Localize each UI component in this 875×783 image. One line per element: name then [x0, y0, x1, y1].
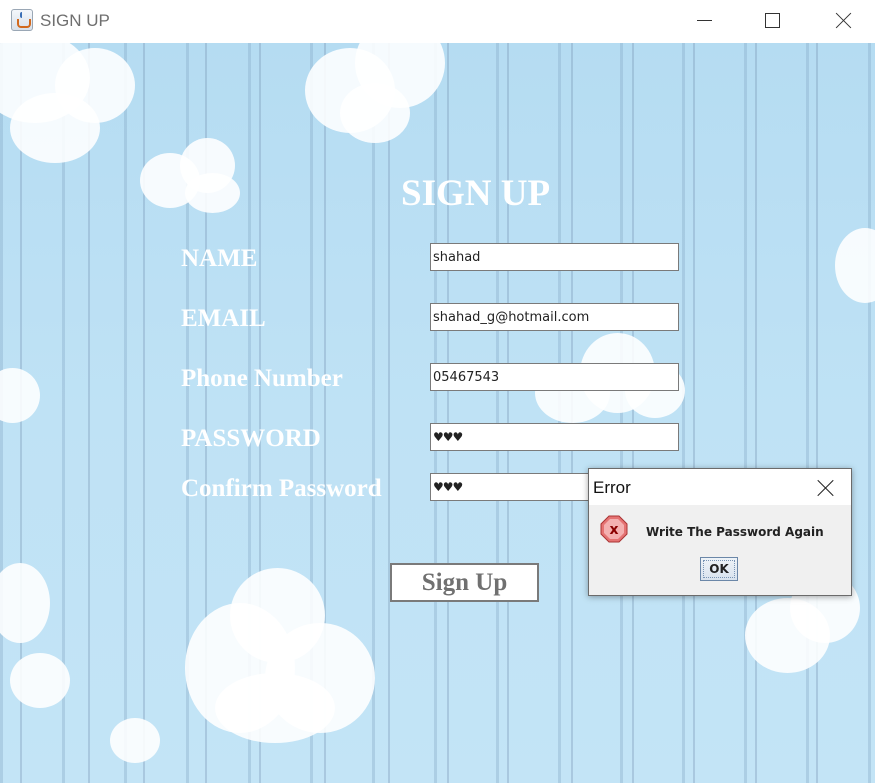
window-titlebar: SIGN UP — [0, 0, 875, 43]
page-title: SIGN UP — [401, 173, 551, 214]
dialog-title: Error — [593, 478, 631, 497]
password-label: PASSWORD — [181, 425, 321, 452]
minimize-button[interactable] — [689, 8, 719, 34]
dialog-message: Write The Password Again — [646, 525, 824, 539]
confirm-password-label: Confirm Password — [181, 475, 382, 502]
dialog-close-icon[interactable] — [816, 478, 836, 498]
phone-number-input[interactable]: 05467543 — [430, 363, 679, 391]
name-label: NAME — [181, 245, 258, 272]
name-input[interactable]: shahad — [430, 243, 679, 271]
close-button[interactable] — [829, 8, 859, 34]
error-x-icon: x — [600, 515, 628, 543]
error-dialog: Error x Write The Password Again OK — [588, 468, 852, 596]
svg-text:x: x — [609, 522, 618, 538]
maximize-button[interactable] — [757, 8, 787, 34]
window-title: SIGN UP — [40, 11, 110, 30]
java-cup-icon — [11, 9, 33, 31]
dialog-titlebar: Error — [589, 469, 851, 505]
email-label: EMAIL — [181, 305, 266, 332]
sign-up-button[interactable]: Sign Up — [390, 563, 539, 602]
email-input[interactable]: shahad_g@hotmail.com — [430, 303, 679, 331]
background-image — [0, 43, 875, 783]
password-input[interactable]: ♥♥♥ — [430, 423, 679, 451]
phone-number-label: Phone Number — [181, 365, 343, 392]
ok-button[interactable]: OK — [700, 557, 738, 581]
